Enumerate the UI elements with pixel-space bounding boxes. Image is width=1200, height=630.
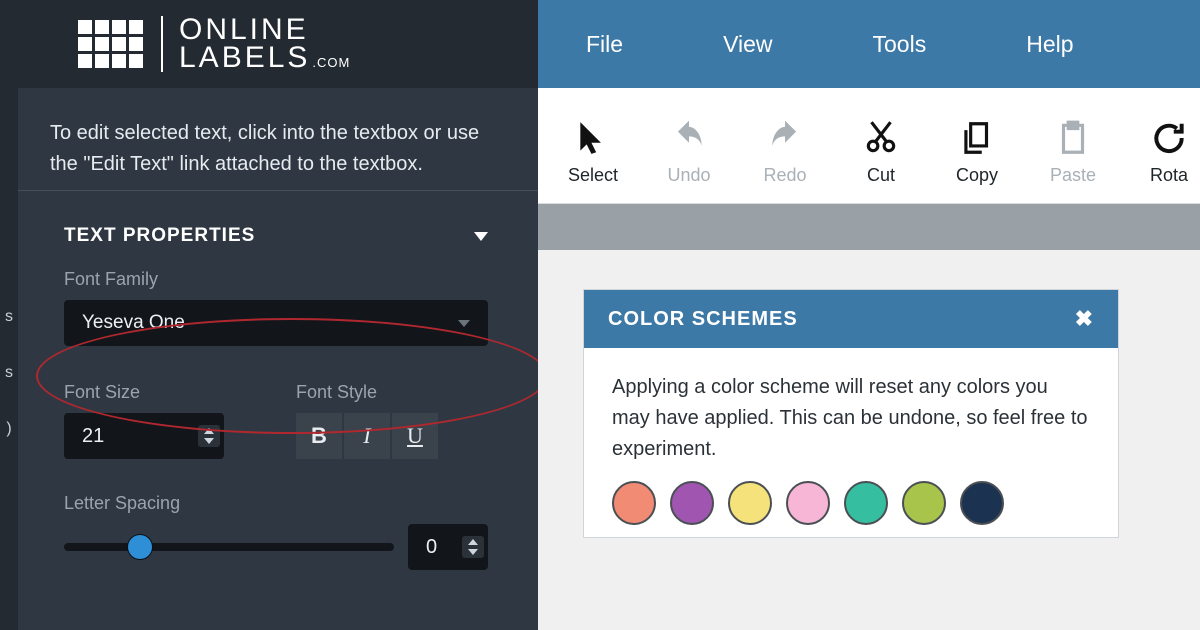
spinner-arrows[interactable] (198, 425, 220, 447)
chevron-down-icon (474, 232, 488, 241)
section-title: TEXT PROPERTIES (64, 225, 255, 247)
tool-copy[interactable]: Copy (946, 119, 1008, 186)
swatch[interactable] (670, 481, 714, 525)
swatch[interactable] (960, 481, 1004, 525)
tool-undo[interactable]: Undo (658, 119, 720, 186)
tool-cut[interactable]: Cut (850, 119, 912, 186)
font-family-label: Font Family (64, 269, 488, 290)
logo-line1: ONLINE (179, 16, 350, 45)
cut-icon (862, 119, 900, 157)
font-style-buttons: B I U (296, 413, 488, 459)
swatch[interactable] (844, 481, 888, 525)
font-family-select[interactable]: Yeseva One (64, 300, 488, 346)
menubar: File View Tools Help (538, 0, 1200, 88)
tool-label: Cut (867, 165, 895, 186)
properties-panel: ONLINE LABELS .COM s s ) To edit selecte… (0, 0, 538, 630)
cursor-icon (574, 119, 612, 157)
paste-icon (1054, 119, 1092, 157)
font-style-label: Font Style (296, 382, 488, 403)
help-text: To edit selected text, click into the te… (0, 88, 538, 191)
text-properties-body: Font Family Yeseva One Font Size 21 Font… (0, 269, 538, 570)
logo-divider (161, 16, 163, 72)
letter-spacing-value: 0 (426, 536, 437, 559)
slider-thumb[interactable] (128, 535, 152, 559)
undo-icon (670, 119, 708, 157)
dialog-body: Applying a color scheme will reset any c… (584, 348, 1118, 475)
dialog-title: COLOR SCHEMES (608, 308, 798, 331)
menu-view[interactable]: View (723, 31, 772, 58)
underline-button[interactable]: U (392, 413, 438, 459)
left-tab-strip: s s ) (0, 88, 18, 630)
logo-suffix: .COM (312, 57, 350, 69)
menu-help[interactable]: Help (1026, 31, 1073, 58)
tool-label: Rota (1150, 165, 1188, 186)
tab-fragment[interactable]: s (5, 364, 13, 382)
font-family-value: Yeseva One (82, 312, 185, 334)
logo-bar: ONLINE LABELS .COM (0, 0, 538, 88)
italic-button[interactable]: I (344, 413, 390, 459)
arrow-up-icon[interactable] (468, 539, 478, 545)
swatch[interactable] (902, 481, 946, 525)
logo-line2: LABELS (179, 44, 310, 73)
font-size-label: Font Size (64, 382, 256, 403)
arrow-up-icon[interactable] (204, 428, 214, 434)
tab-fragment[interactable]: ) (6, 420, 11, 438)
tool-label: Copy (956, 165, 998, 186)
tool-label: Redo (763, 165, 806, 186)
menu-file[interactable]: File (586, 31, 623, 58)
font-size-value: 21 (82, 425, 104, 448)
close-icon[interactable]: ✖ (1075, 306, 1094, 332)
canvas-area: COLOR SCHEMES ✖ Applying a color scheme … (538, 250, 1200, 630)
spinner-arrows[interactable] (462, 536, 484, 558)
tool-label: Paste (1050, 165, 1096, 186)
caret-down-icon (458, 320, 470, 327)
tool-label: Select (568, 165, 618, 186)
rotate-icon (1150, 119, 1188, 157)
redo-icon (766, 119, 804, 157)
copy-icon (958, 119, 996, 157)
letter-spacing-slider[interactable] (64, 543, 394, 551)
tool-label: Undo (667, 165, 710, 186)
tool-select[interactable]: Select (562, 119, 624, 186)
color-schemes-dialog: COLOR SCHEMES ✖ Applying a color scheme … (584, 290, 1118, 537)
tool-rotate[interactable]: Rota (1138, 119, 1200, 186)
menu-tools[interactable]: Tools (873, 31, 927, 58)
tab-fragment[interactable]: s (5, 308, 13, 326)
tool-paste[interactable]: Paste (1042, 119, 1104, 186)
arrow-down-icon[interactable] (468, 549, 478, 555)
swatch[interactable] (728, 481, 772, 525)
ruler-strip (538, 204, 1200, 250)
text-properties-header[interactable]: TEXT PROPERTIES (0, 191, 538, 269)
swatch[interactable] (786, 481, 830, 525)
arrow-down-icon[interactable] (204, 438, 214, 444)
editor-panel: File View Tools Help Select Undo Redo Cu… (538, 0, 1200, 630)
tool-redo[interactable]: Redo (754, 119, 816, 186)
toolbar: Select Undo Redo Cut Copy Paste Rota (538, 88, 1200, 204)
logo-grid-icon (78, 20, 143, 68)
swatch-row (584, 475, 1118, 537)
letter-spacing-label: Letter Spacing (64, 493, 488, 514)
letter-spacing-input[interactable]: 0 (408, 524, 488, 570)
bold-button[interactable]: B (296, 413, 342, 459)
dialog-header: COLOR SCHEMES ✖ (584, 290, 1118, 348)
font-size-input[interactable]: 21 (64, 413, 224, 459)
logo-text: ONLINE LABELS .COM (179, 16, 350, 73)
swatch[interactable] (612, 481, 656, 525)
